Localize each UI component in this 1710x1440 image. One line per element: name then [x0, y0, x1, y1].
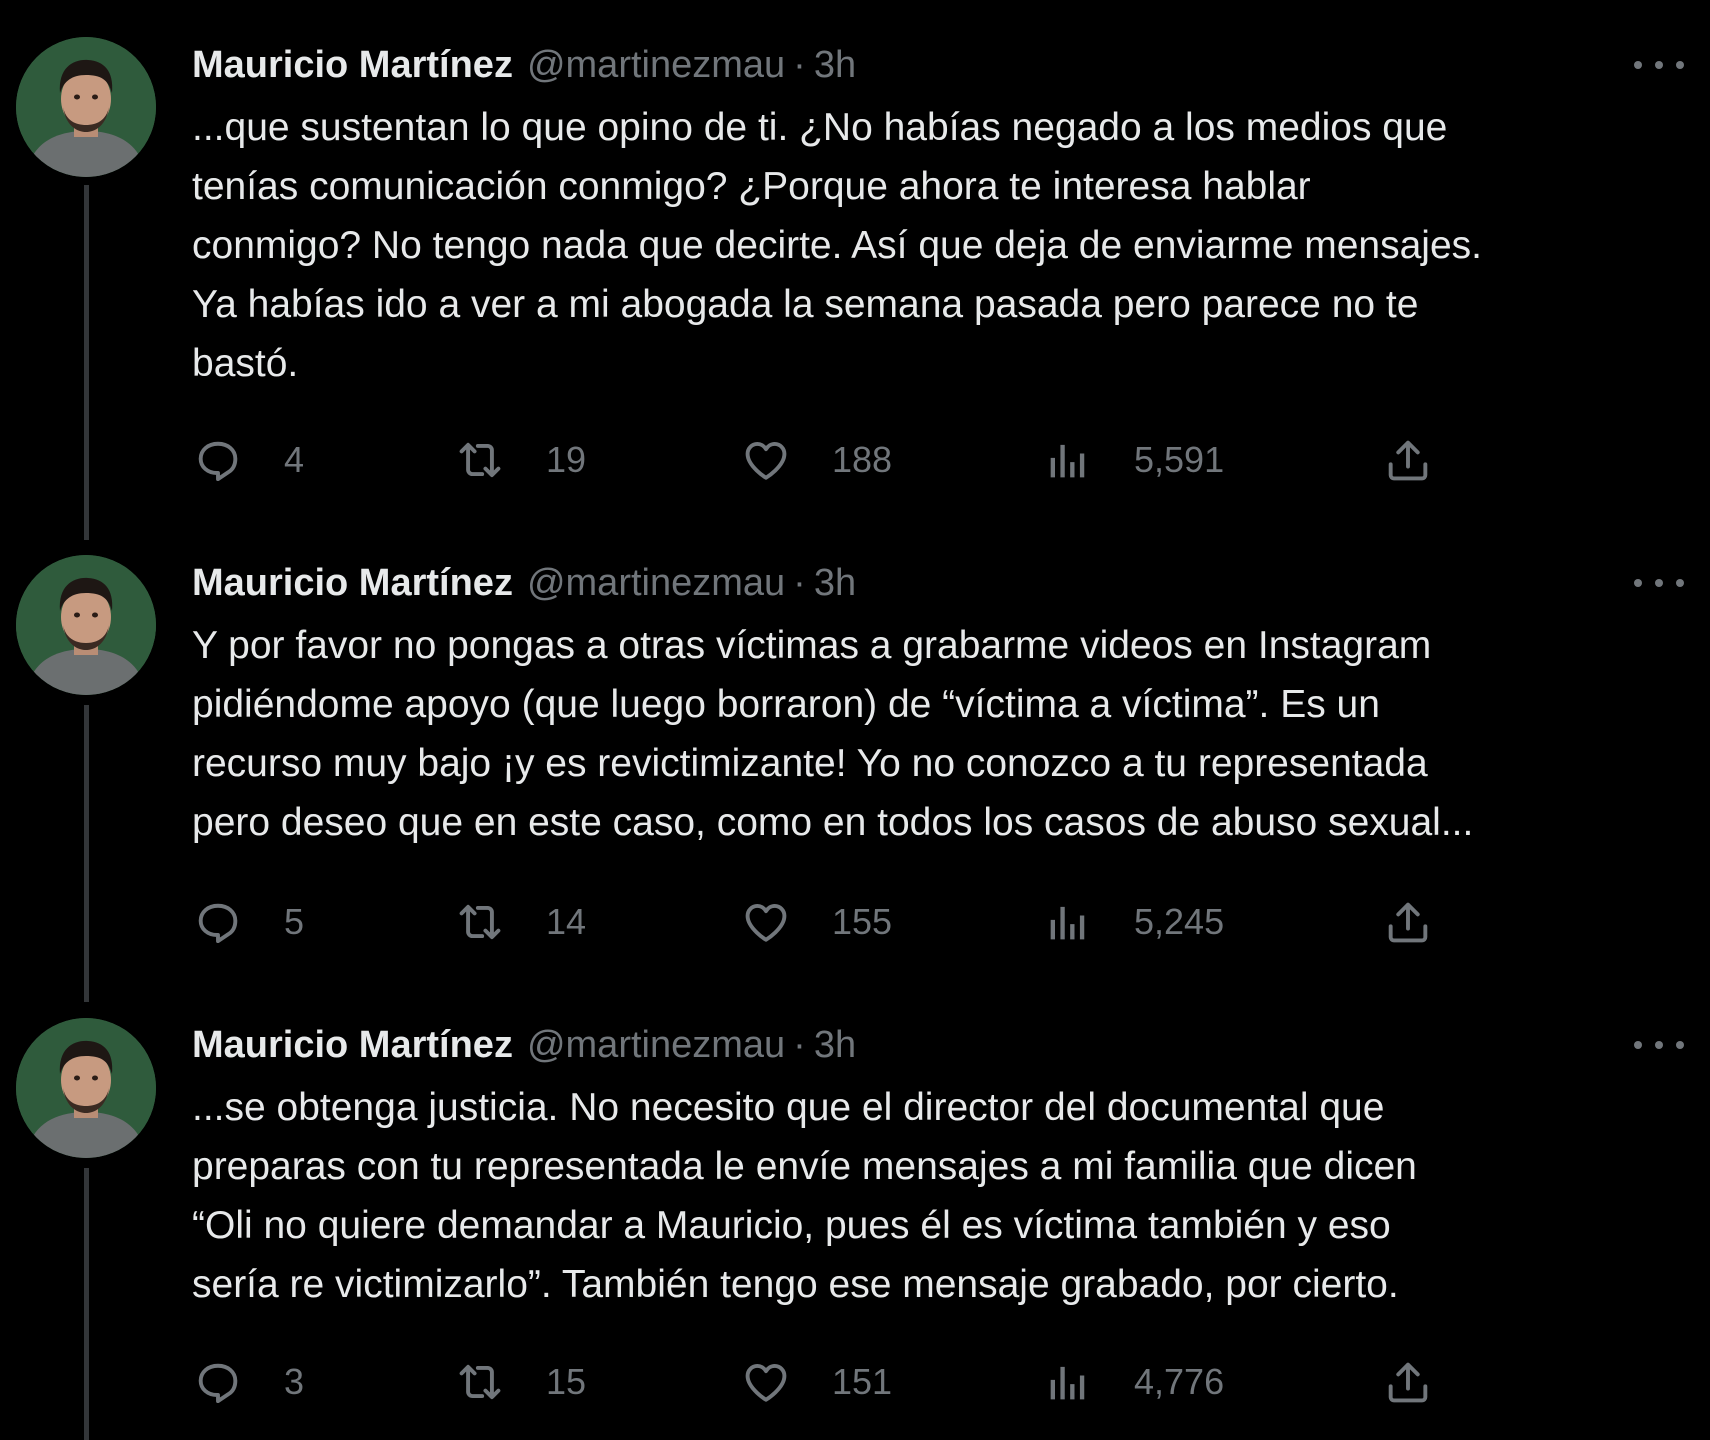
thread-connector-line	[84, 1168, 89, 1440]
reply-icon	[192, 1356, 244, 1408]
like-count: 155	[832, 901, 893, 942]
tweet-header: Mauricio Martínez @martinezmau · 3h	[192, 558, 1650, 608]
share-button[interactable]	[1382, 892, 1434, 952]
retweet-icon	[454, 1356, 506, 1408]
reply-button[interactable]: 5	[192, 892, 304, 952]
views-button[interactable]: 4,776	[1042, 1352, 1224, 1412]
like-button[interactable]: 155	[740, 892, 892, 952]
share-button[interactable]	[1382, 1352, 1434, 1412]
tweet-text: ...se obtenga justicia. No necesito que …	[192, 1086, 1417, 1306]
timestamp[interactable]: 3h	[814, 44, 856, 87]
views-icon	[1042, 434, 1094, 486]
reply-button[interactable]: 3	[192, 1352, 304, 1412]
retweet-count: 15	[546, 1361, 587, 1402]
tweet-text: Y por favor no pongas a otras víctimas a…	[192, 624, 1474, 844]
tweet[interactable]: Mauricio Martínez @martinezmau · 3h Y po…	[0, 520, 1710, 1002]
tweet-text: ...que sustentan lo que opino de ti. ¿No…	[192, 106, 1482, 385]
timestamp[interactable]: 3h	[814, 1024, 856, 1067]
thread-connector-line	[84, 185, 89, 540]
views-button[interactable]: 5,591	[1042, 430, 1224, 490]
share-button[interactable]	[1382, 430, 1434, 490]
retweet-icon	[454, 896, 506, 948]
tweet-actions: 4 19 188 5,591	[192, 430, 1650, 490]
tweet-header: Mauricio Martínez @martinezmau · 3h	[192, 1020, 1650, 1070]
separator-dot: ·	[793, 561, 806, 604]
reply-count: 3	[284, 1361, 305, 1402]
tweet-actions: 3 15 151 4,776	[192, 1352, 1650, 1412]
tweet-thread: Mauricio Martínez @martinezmau · 3h ...q…	[0, 0, 1710, 1440]
retweet-count: 19	[546, 439, 587, 480]
views-icon	[1042, 896, 1094, 948]
reply-count: 5	[284, 901, 305, 942]
share-icon	[1382, 1356, 1434, 1408]
author-handle[interactable]: @martinezmau	[527, 44, 785, 87]
author-name[interactable]: Mauricio Martínez	[192, 1024, 513, 1067]
views-count: 4,776	[1134, 1361, 1225, 1402]
thread-connector-line	[84, 705, 89, 1002]
more-icon[interactable]	[1634, 1035, 1684, 1055]
more-icon[interactable]	[1634, 573, 1684, 593]
author-name[interactable]: Mauricio Martínez	[192, 562, 513, 605]
avatar[interactable]	[16, 1018, 156, 1158]
author-name[interactable]: Mauricio Martínez	[192, 44, 513, 87]
separator-dot: ·	[793, 43, 806, 86]
heart-icon	[740, 434, 792, 486]
author-handle[interactable]: @martinezmau	[527, 562, 785, 605]
retweet-button[interactable]: 15	[454, 1352, 586, 1412]
separator-dot: ·	[793, 1023, 806, 1066]
tweet-actions: 5 14 155 5,245	[192, 892, 1650, 952]
tweet-header: Mauricio Martínez @martinezmau · 3h	[192, 40, 1650, 90]
more-icon[interactable]	[1634, 55, 1684, 75]
views-count: 5,245	[1134, 901, 1225, 942]
tweet[interactable]: Mauricio Martínez @martinezmau · 3h ...s…	[0, 982, 1710, 1440]
heart-icon	[740, 1356, 792, 1408]
heart-icon	[740, 896, 792, 948]
reply-icon	[192, 434, 244, 486]
author-handle[interactable]: @martinezmau	[527, 1024, 785, 1067]
reply-icon	[192, 896, 244, 948]
views-icon	[1042, 1356, 1094, 1408]
share-icon	[1382, 896, 1434, 948]
like-button[interactable]: 151	[740, 1352, 892, 1412]
views-count: 5,591	[1134, 439, 1225, 480]
reply-button[interactable]: 4	[192, 430, 304, 490]
retweet-icon	[454, 434, 506, 486]
share-icon	[1382, 434, 1434, 486]
retweet-button[interactable]: 19	[454, 430, 586, 490]
views-button[interactable]: 5,245	[1042, 892, 1224, 952]
retweet-count: 14	[546, 901, 587, 942]
avatar[interactable]	[16, 37, 156, 177]
like-count: 188	[832, 439, 893, 480]
like-button[interactable]: 188	[740, 430, 892, 490]
like-count: 151	[832, 1361, 893, 1402]
tweet[interactable]: Mauricio Martínez @martinezmau · 3h ...q…	[0, 0, 1710, 540]
timestamp[interactable]: 3h	[814, 562, 856, 605]
retweet-button[interactable]: 14	[454, 892, 586, 952]
avatar[interactable]	[16, 555, 156, 695]
reply-count: 4	[284, 439, 305, 480]
